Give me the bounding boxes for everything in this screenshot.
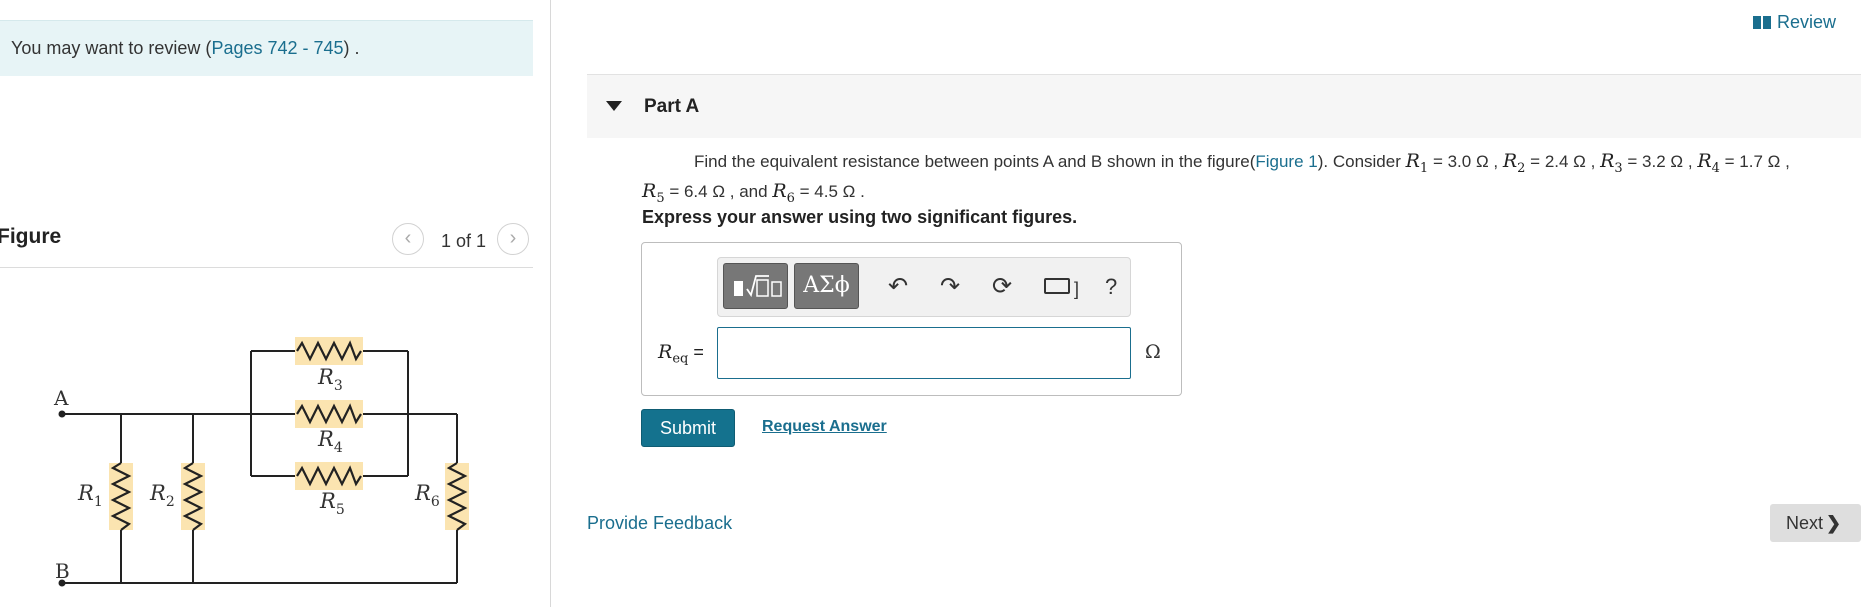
r4-value: = 1.7 Ω , xyxy=(1724,152,1790,171)
r5-label: R5 xyxy=(319,489,345,518)
chevron-right-icon: ❯ xyxy=(1826,513,1842,533)
templates-icon[interactable] xyxy=(723,263,788,309)
redo-icon[interactable]: ↷ xyxy=(940,274,960,300)
r3-value: = 3.2 Ω , xyxy=(1627,152,1693,171)
r4-var: R4 xyxy=(1697,150,1720,176)
r6-label: R6 xyxy=(414,481,440,510)
caret-down-icon xyxy=(606,101,622,111)
node-b-label: B xyxy=(55,559,70,583)
reset-icon[interactable]: ⟳ xyxy=(992,274,1012,300)
undo-icon[interactable]: ↶ xyxy=(888,274,908,300)
chevron-left-icon[interactable]: ‹ xyxy=(392,223,424,255)
left-pane: You may want to review (Pages 742 - 745)… xyxy=(0,0,551,607)
help-button[interactable]: ? xyxy=(1105,274,1117,300)
provide-feedback-link[interactable]: Provide Feedback xyxy=(587,513,732,534)
question-text: Find the equivalent resistance between p… xyxy=(642,150,1790,206)
submit-button[interactable]: Submit xyxy=(641,409,735,447)
keyboard-bracket: ] xyxy=(1074,279,1080,299)
node-a-label: A xyxy=(53,386,69,410)
next-button[interactable]: Next ❯ xyxy=(1770,504,1861,542)
review-notice: You may want to review (Pages 742 - 745)… xyxy=(0,20,533,76)
greek-symbols-button[interactable]: ΑΣϕ xyxy=(794,263,859,309)
r2-value: = 2.4 Ω , xyxy=(1530,152,1596,171)
r1-label: R1 xyxy=(77,481,103,510)
math-toolbar: ΑΣϕ ↶ ↷ ⟳ ] ? xyxy=(717,257,1131,317)
figure-link[interactable]: Figure 1 xyxy=(1255,152,1317,171)
request-answer-link[interactable]: Request Answer xyxy=(762,418,887,436)
answer-input[interactable] xyxy=(717,327,1131,379)
keyboard-icon[interactable] xyxy=(1044,278,1070,294)
figure-title: Figure xyxy=(0,225,62,248)
book-icon xyxy=(1752,16,1771,29)
chevron-right-icon[interactable]: › xyxy=(497,223,529,255)
r3-var: R3 xyxy=(1600,150,1623,176)
right-pane: Review Part A Find the equivalent resist… xyxy=(551,0,1874,607)
r2-var: R2 xyxy=(1502,150,1526,176)
review-prefix: You may want to review ( xyxy=(11,38,212,58)
review-pages-link[interactable]: Pages 742 - 745 xyxy=(211,38,343,58)
r5-var: R5 xyxy=(642,179,665,206)
unit-label: Ω xyxy=(1145,341,1161,363)
review-label: Review xyxy=(1776,12,1836,32)
review-suffix: ) . xyxy=(343,38,360,58)
circuit-figure: A B R1 R2 R3 R4 R5 R6 xyxy=(53,337,469,587)
review-link[interactable]: Review xyxy=(1752,12,1836,33)
instruction-text: Express your answer using two significan… xyxy=(642,207,1078,227)
answer-box: ΑΣϕ ↶ ↷ ⟳ ] ? Req = Ω xyxy=(641,242,1182,396)
req-label: Req = xyxy=(658,341,704,367)
figure-header: Figure ‹ 1 of 1 › xyxy=(0,214,533,268)
pager-text: 1 of 1 xyxy=(441,231,487,251)
r2-label: R2 xyxy=(149,481,175,510)
part-a-header[interactable]: Part A xyxy=(587,74,1861,138)
r5-value: = 6.4 Ω , and xyxy=(669,181,768,201)
r1-value: = 3.0 Ω , xyxy=(1432,152,1499,171)
part-title: Part A xyxy=(644,96,700,117)
r6-value: = 4.5 Ω . xyxy=(799,181,865,201)
r4-label: R4 xyxy=(317,427,343,456)
r3-label: R3 xyxy=(317,365,343,394)
r6-var: R6 xyxy=(772,179,795,206)
terminal-a xyxy=(58,410,66,418)
r1-var: R1 xyxy=(1405,150,1429,176)
